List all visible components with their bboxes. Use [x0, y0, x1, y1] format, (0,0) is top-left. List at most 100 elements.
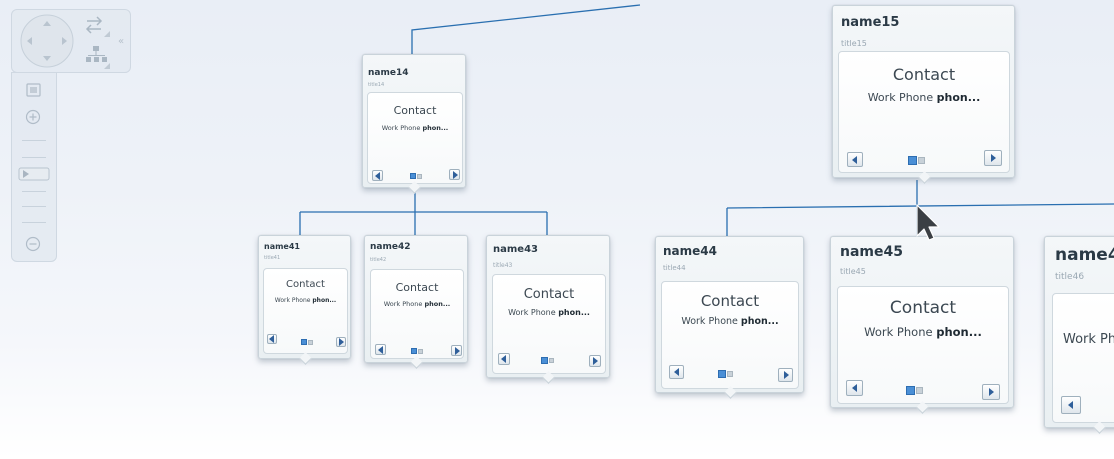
- org-card[interactable]: name45 title45 Contact Work Phone phon..…: [830, 236, 1014, 408]
- next-page-button[interactable]: [984, 150, 1002, 166]
- arrow-left-icon: [852, 155, 857, 164]
- page-dot-active[interactable]: [718, 370, 726, 378]
- prev-page-button[interactable]: [372, 170, 383, 181]
- work-phone-value: phon...: [936, 325, 982, 339]
- zoom-tick: [22, 140, 46, 141]
- contact-panel: Contact Work Phone phon...: [838, 51, 1010, 173]
- org-card[interactable]: name46 title46 Work Phone: [1044, 236, 1114, 428]
- card-name: name45: [840, 244, 903, 260]
- org-chart-canvas[interactable]: name14 title14 Contact Work Phone phon..…: [0, 0, 1114, 459]
- arrow-left-icon: [1068, 401, 1073, 409]
- page-dot[interactable]: [417, 174, 422, 179]
- page-indicator: [906, 386, 924, 405]
- arrow-left-icon: [377, 345, 383, 354]
- page-dot-active[interactable]: [906, 386, 915, 395]
- contact-panel: Contact Work Phone phon...: [492, 274, 606, 374]
- page-dot-active[interactable]: [411, 348, 417, 354]
- prev-page-button[interactable]: [847, 152, 863, 167]
- connector-root-to-name14: [411, 4, 641, 57]
- rotate-layout-icon[interactable]: [85, 16, 103, 34]
- next-page-button[interactable]: [449, 169, 460, 180]
- contact-heading: Contact: [395, 281, 439, 294]
- card-name: name46: [1055, 245, 1114, 265]
- work-phone-line: Work Phone phon...: [493, 308, 605, 317]
- page-dot-active[interactable]: [301, 339, 307, 345]
- work-phone-line: Work Phone phon...: [662, 316, 798, 327]
- work-phone-line: Work Phone phon...: [371, 300, 463, 308]
- card-title: title46: [1055, 272, 1085, 282]
- org-card[interactable]: name15 title15 Contact Work Phone phon..…: [832, 5, 1015, 178]
- page-dot[interactable]: [916, 387, 923, 394]
- org-card[interactable]: name42 title42 Contact Work Phone phon..…: [364, 235, 468, 363]
- contact-panel: Contact Work Phone phon...: [263, 268, 348, 354]
- page-dot-active[interactable]: [908, 156, 917, 165]
- page-indicator: [410, 173, 423, 192]
- connector-name14-children: [299, 192, 548, 238]
- prev-page-button[interactable]: [375, 344, 386, 355]
- arrow-right-icon: [452, 170, 458, 179]
- work-phone-label: Work Phone: [383, 300, 423, 308]
- page-dot-active[interactable]: [410, 173, 416, 179]
- resize-corner-icon[interactable]: [104, 63, 110, 69]
- arrow-right-icon: [989, 388, 994, 396]
- prev-page-button[interactable]: [267, 334, 277, 344]
- page-dot[interactable]: [418, 349, 423, 354]
- arrow-right-icon: [593, 357, 598, 365]
- org-card[interactable]: name41 title41 Contact Work Phone phon..…: [258, 235, 351, 359]
- zoom-out-icon[interactable]: [25, 236, 41, 252]
- org-card[interactable]: name43 title43 Contact Work Phone phon..…: [486, 235, 610, 378]
- page-indicator: [541, 357, 555, 376]
- contact-heading: Contact: [393, 104, 437, 117]
- arrow-right-icon: [991, 154, 996, 162]
- contact-heading: Contact: [523, 287, 575, 302]
- prev-page-button[interactable]: [1061, 396, 1081, 414]
- card-name: name14: [368, 68, 409, 78]
- arrow-right-icon: [339, 338, 344, 346]
- page-dot-active[interactable]: [541, 357, 548, 364]
- nav-icons: «: [18, 14, 124, 252]
- work-phone-value: phon...: [422, 124, 449, 132]
- card-name: name41: [264, 242, 300, 251]
- page-dot[interactable]: [918, 157, 925, 164]
- prev-page-button[interactable]: [498, 353, 510, 365]
- mouse-cursor-icon: [916, 204, 940, 241]
- next-page-button[interactable]: [982, 384, 1000, 400]
- arrow-left-icon: [673, 368, 679, 376]
- page-dot[interactable]: [549, 358, 554, 363]
- work-phone-value: phon...: [312, 297, 337, 304]
- org-card[interactable]: name44 title44 Contact Work Phone phon..…: [655, 236, 804, 393]
- next-page-button[interactable]: [336, 337, 346, 347]
- work-phone-value: phon...: [936, 91, 981, 104]
- prev-page-button[interactable]: [669, 365, 684, 379]
- card-title: title15: [841, 39, 867, 48]
- contact-panel: Contact Work Phone phon...: [370, 269, 464, 359]
- page-indicator: [718, 370, 734, 389]
- page-indicator: [908, 156, 926, 175]
- collapse-icon[interactable]: «: [118, 36, 124, 47]
- hierarchy-icon[interactable]: [86, 46, 107, 62]
- zoom-in-icon[interactable]: [25, 109, 41, 125]
- contact-heading: Contact: [889, 298, 957, 318]
- card-title: title42: [370, 257, 387, 263]
- arrow-left-icon: [851, 384, 857, 392]
- next-page-button[interactable]: [778, 368, 793, 382]
- org-card[interactable]: name14 title14 Contact Work Phone phon..…: [362, 54, 466, 188]
- next-page-button[interactable]: [589, 355, 601, 367]
- prev-page-button[interactable]: [846, 380, 863, 396]
- next-page-button[interactable]: [451, 345, 462, 356]
- page-indicator: [411, 348, 424, 367]
- page-dot[interactable]: [727, 371, 733, 377]
- fit-to-screen-icon[interactable]: [26, 83, 41, 97]
- page-dot[interactable]: [308, 340, 313, 345]
- zoom-tick: [22, 191, 46, 192]
- work-phone-line: Work Phone phon...: [838, 325, 1008, 339]
- zoom-tick: [22, 206, 46, 207]
- resize-corner-icon[interactable]: [104, 31, 110, 37]
- work-phone-line: Work Phone phon...: [368, 124, 462, 132]
- work-phone-label: Work Phone: [864, 325, 933, 339]
- card-name: name15: [841, 15, 900, 30]
- card-name: name44: [663, 244, 717, 258]
- page-indicator: [301, 339, 314, 358]
- arrow-left-icon: [269, 335, 274, 343]
- work-phone-line: Work Phone: [1063, 332, 1114, 347]
